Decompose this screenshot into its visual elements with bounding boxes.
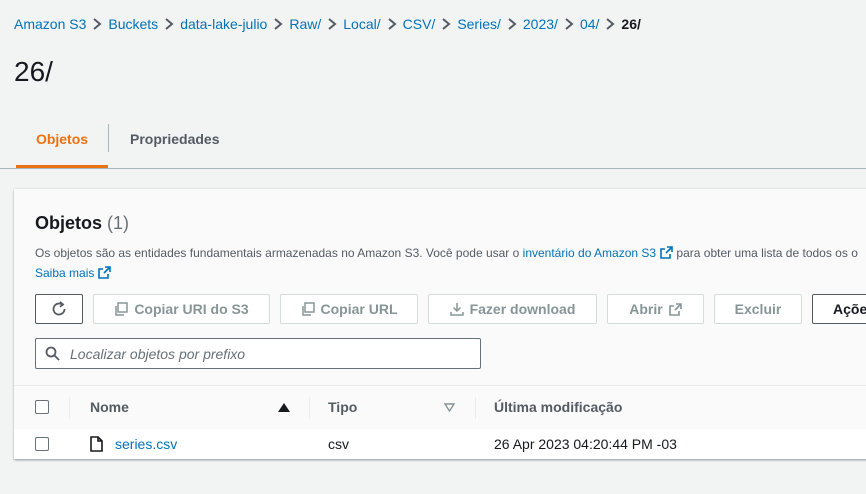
refresh-button[interactable] [35, 294, 83, 324]
column-header-name[interactable]: Nome [90, 386, 129, 429]
search-box [35, 338, 481, 369]
inventory-link-label: inventário do Amazon S3 [522, 246, 657, 260]
breadcrumb-csv[interactable]: CSV/ [403, 16, 436, 32]
description-suffix: para obter uma lista de todos os o [676, 246, 858, 260]
breadcrumb-amazon-s3[interactable]: Amazon S3 [14, 16, 86, 32]
breadcrumb: Amazon S3 Buckets data-lake-julio Raw/ L… [14, 13, 641, 35]
sort-ascending-icon[interactable] [278, 403, 290, 412]
copy-icon [301, 302, 315, 316]
panel-description: Os objetos são as entidades fundamentais… [35, 246, 858, 260]
column-header-type[interactable]: Tipo [328, 386, 357, 429]
actions-button[interactable]: Açõe [812, 294, 866, 324]
open-button[interactable]: Abrir [607, 294, 704, 324]
object-type: csv [328, 436, 349, 452]
learn-more-link[interactable]: Saiba mais [35, 266, 112, 280]
table-row: series.csv csv 26 Apr 2023 04:20:44 PM -… [14, 429, 866, 459]
column-divider [309, 397, 310, 419]
description-text: Os objetos são as entidades fundamentais… [35, 246, 520, 260]
column-divider [475, 397, 476, 419]
breadcrumb-raw[interactable]: Raw/ [289, 16, 321, 32]
breadcrumb-2023[interactable]: 2023/ [523, 16, 558, 32]
chevron-right-icon [158, 18, 180, 30]
download-icon [449, 303, 464, 316]
row-checkbox[interactable] [35, 437, 49, 451]
chevron-right-icon [381, 18, 403, 30]
object-count: (1) [107, 213, 130, 233]
search-icon [45, 346, 60, 361]
tab-propriedades[interactable]: Propriedades [130, 118, 219, 167]
chevron-right-icon [86, 18, 108, 30]
delete-button[interactable]: Excluir [714, 294, 802, 324]
copy-s3-uri-button[interactable]: Copiar URI do S3 [93, 294, 270, 324]
object-last-modified: 26 Apr 2023 04:20:44 PM -03 [494, 436, 677, 452]
external-link-icon [668, 302, 682, 316]
external-link-icon [660, 246, 673, 259]
refresh-icon [52, 301, 66, 316]
chevron-right-icon [321, 18, 343, 30]
column-header-modified[interactable]: Última modificação [494, 386, 622, 429]
inventory-link[interactable]: inventário do Amazon S3 [523, 246, 673, 260]
panel-title: Objetos (1) [35, 213, 129, 234]
search-input[interactable] [70, 345, 450, 362]
chevron-right-icon [435, 18, 457, 30]
chevron-right-icon [267, 18, 289, 30]
panel-title-text: Objetos [35, 213, 103, 233]
tab-objetos[interactable]: Objetos [16, 118, 108, 168]
breadcrumb-current: 26/ [621, 16, 641, 32]
chevron-right-icon [501, 18, 523, 30]
copy-icon [115, 302, 129, 316]
panel-header: Objetos (1) Os objetos são as entidades … [14, 189, 866, 385]
learn-more-label: Saiba mais [35, 266, 95, 280]
breadcrumb-buckets[interactable]: Buckets [108, 16, 158, 32]
tab-divider [108, 124, 109, 152]
copy-url-button[interactable]: Copiar URL [280, 294, 418, 324]
chevron-right-icon [599, 18, 621, 30]
breadcrumb-local[interactable]: Local/ [343, 16, 380, 32]
objects-panel: Objetos (1) Os objetos são as entidades … [14, 189, 866, 459]
tabs: Objetos Propriedades [0, 118, 866, 169]
select-all-checkbox[interactable] [35, 400, 49, 414]
download-label: Fazer download [469, 301, 576, 317]
column-divider [69, 397, 70, 419]
delete-label: Excluir [734, 301, 782, 317]
breadcrumb-series[interactable]: Series/ [457, 16, 501, 32]
table-header: Nome Tipo Última modificação [14, 385, 866, 430]
copy-s3-uri-label: Copiar URI do S3 [134, 301, 249, 317]
sort-descending-icon[interactable] [444, 403, 455, 412]
object-name-link[interactable]: series.csv [115, 429, 177, 459]
file-icon [90, 436, 103, 452]
open-label: Abrir [629, 301, 663, 317]
copy-url-label: Copiar URL [320, 301, 398, 317]
chevron-right-icon [558, 18, 580, 30]
breadcrumb-04[interactable]: 04/ [580, 16, 599, 32]
download-button[interactable]: Fazer download [428, 294, 597, 324]
actions-label: Açõe [833, 301, 866, 317]
page-title: 26/ [14, 56, 53, 87]
breadcrumb-bucket[interactable]: data-lake-julio [180, 16, 267, 32]
external-link-icon [98, 266, 112, 279]
